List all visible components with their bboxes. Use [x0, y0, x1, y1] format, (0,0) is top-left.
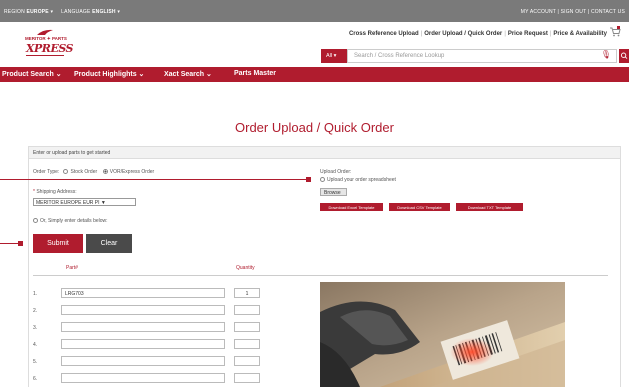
main-nav: Product Search ⌄ Product Highlights ⌄ Xa… — [0, 67, 629, 82]
barcode-scanner-photo — [320, 282, 565, 387]
simple-entry-option[interactable]: Or, Simply enter details below: — [33, 218, 108, 224]
download-excel-template-button[interactable]: Download Excel Template — [320, 203, 383, 211]
radio-icon — [320, 177, 325, 182]
order-type-label: Order Type: — [33, 169, 60, 175]
link-price-availability[interactable]: Price & Availability — [553, 31, 607, 37]
logo-underline — [26, 55, 64, 56]
language-selector[interactable]: ENGLISH — [92, 9, 116, 15]
chevron-down-icon: ▼ — [99, 200, 106, 206]
locale-selectors: REGION EUROPE ▾ LANGUAGE ENGLISH ▾ — [4, 9, 120, 15]
part-number-input[interactable] — [61, 339, 225, 349]
chevron-down-icon: ▾ — [332, 53, 337, 59]
search-scope-select[interactable]: All ▾ — [321, 49, 347, 63]
cart-icon[interactable] — [610, 26, 621, 37]
header-divider — [33, 275, 608, 276]
search-input-overlay: 🎙 — [347, 49, 617, 63]
shipping-address-select[interactable]: MERITOR EUROPE EUR PI ▼ — [33, 198, 136, 206]
logo-wing-icon — [37, 29, 53, 35]
link-order-upload[interactable]: Order Upload / Quick Order — [424, 31, 502, 37]
download-txt-template-button[interactable]: Download TXT Template — [456, 203, 523, 211]
quantity-input[interactable] — [234, 339, 260, 349]
row-number: 2. — [33, 308, 38, 314]
row-number: 5. — [33, 359, 38, 365]
microphone-icon[interactable]: 🎙 — [601, 51, 611, 59]
upload-spreadsheet-option[interactable]: Upload your order spreadsheet — [320, 177, 396, 183]
callout-marker — [306, 177, 311, 182]
part-number-input[interactable] — [61, 373, 225, 383]
part-column-header: Part# — [66, 265, 78, 271]
order-type-stock-option[interactable]: Stock Order — [63, 169, 97, 175]
clear-button[interactable]: Clear — [86, 234, 132, 253]
quantity-input[interactable] — [234, 356, 260, 366]
region-caret-icon: ▾ — [48, 9, 54, 15]
part-number-input[interactable] — [61, 305, 225, 315]
top-utility-bar: REGION EUROPE ▾ LANGUAGE ENGLISH ▾ MY AC… — [0, 0, 629, 22]
quantity-column-header: Quantity — [236, 265, 255, 271]
radio-icon — [33, 218, 38, 223]
link-cross-reference-upload[interactable]: Cross Reference Upload — [349, 31, 419, 37]
chevron-down-icon: ⌄ — [136, 71, 145, 78]
nav-product-search[interactable]: Product Search ⌄ — [2, 70, 62, 78]
part-number-input[interactable]: LRG703 — [61, 288, 225, 298]
part-number-input[interactable] — [61, 322, 225, 332]
part-number-input[interactable] — [61, 356, 225, 366]
search-button[interactable] — [619, 49, 629, 63]
download-csv-template-button[interactable]: Download CSV Template — [389, 203, 450, 211]
callout-marker — [18, 241, 23, 246]
callout-line-order-type — [0, 179, 307, 180]
quantity-input[interactable] — [234, 305, 260, 315]
shipping-address-label: * Shipping Address: — [33, 189, 77, 195]
panel-heading: Enter or upload parts to get started — [29, 147, 620, 159]
radio-selected-icon — [102, 169, 108, 174]
link-price-request[interactable]: Price Request — [508, 31, 548, 37]
account-links[interactable]: MY ACCOUNT | SIGN OUT | CONTACT US — [521, 9, 625, 15]
submit-button[interactable]: Submit — [33, 234, 83, 253]
region-selector[interactable]: EUROPE — [27, 9, 49, 15]
region-label: REGION — [4, 9, 25, 15]
quantity-input[interactable] — [234, 322, 260, 332]
row-number: 3. — [33, 325, 38, 331]
browse-button[interactable]: Browse — [320, 188, 347, 196]
row-number: 4. — [33, 342, 38, 348]
order-type-row: Order Type: Stock Order VOR/Express Orde… — [33, 169, 154, 175]
header-quick-links: Cross Reference Upload | Order Upload / Qu… — [349, 31, 607, 37]
site-header: MERITOR ✦ PARTS XPRESS Cross Reference U… — [0, 22, 629, 66]
page-title: Order Upload / Quick Order — [235, 120, 394, 135]
language-label: LANGUAGE — [61, 9, 91, 15]
meritor-parts-xpress-logo[interactable]: MERITOR ✦ PARTS XPRESS — [25, 29, 73, 59]
quantity-input[interactable] — [234, 373, 260, 383]
logo-main-text: XPRESS — [26, 42, 73, 55]
order-type-vor-option[interactable]: VOR/Express Order — [102, 169, 154, 175]
radio-icon — [63, 169, 69, 174]
callout-line-submit — [0, 243, 20, 244]
chevron-down-icon: ⌄ — [204, 71, 212, 78]
nav-product-highlights[interactable]: Product Highlights ⌄ — [74, 70, 144, 78]
upload-order-label: Upload Order: — [320, 169, 352, 175]
nav-parts-master[interactable]: Parts Master — [234, 70, 276, 77]
chevron-down-icon: ⌄ — [53, 71, 62, 78]
nav-xact-search[interactable]: Xact Search ⌄ — [164, 70, 212, 78]
row-number: 6. — [33, 376, 38, 382]
language-caret-icon: ▾ — [115, 9, 121, 15]
row-number: 1. — [33, 291, 38, 297]
quantity-input[interactable]: 1 — [234, 288, 260, 298]
